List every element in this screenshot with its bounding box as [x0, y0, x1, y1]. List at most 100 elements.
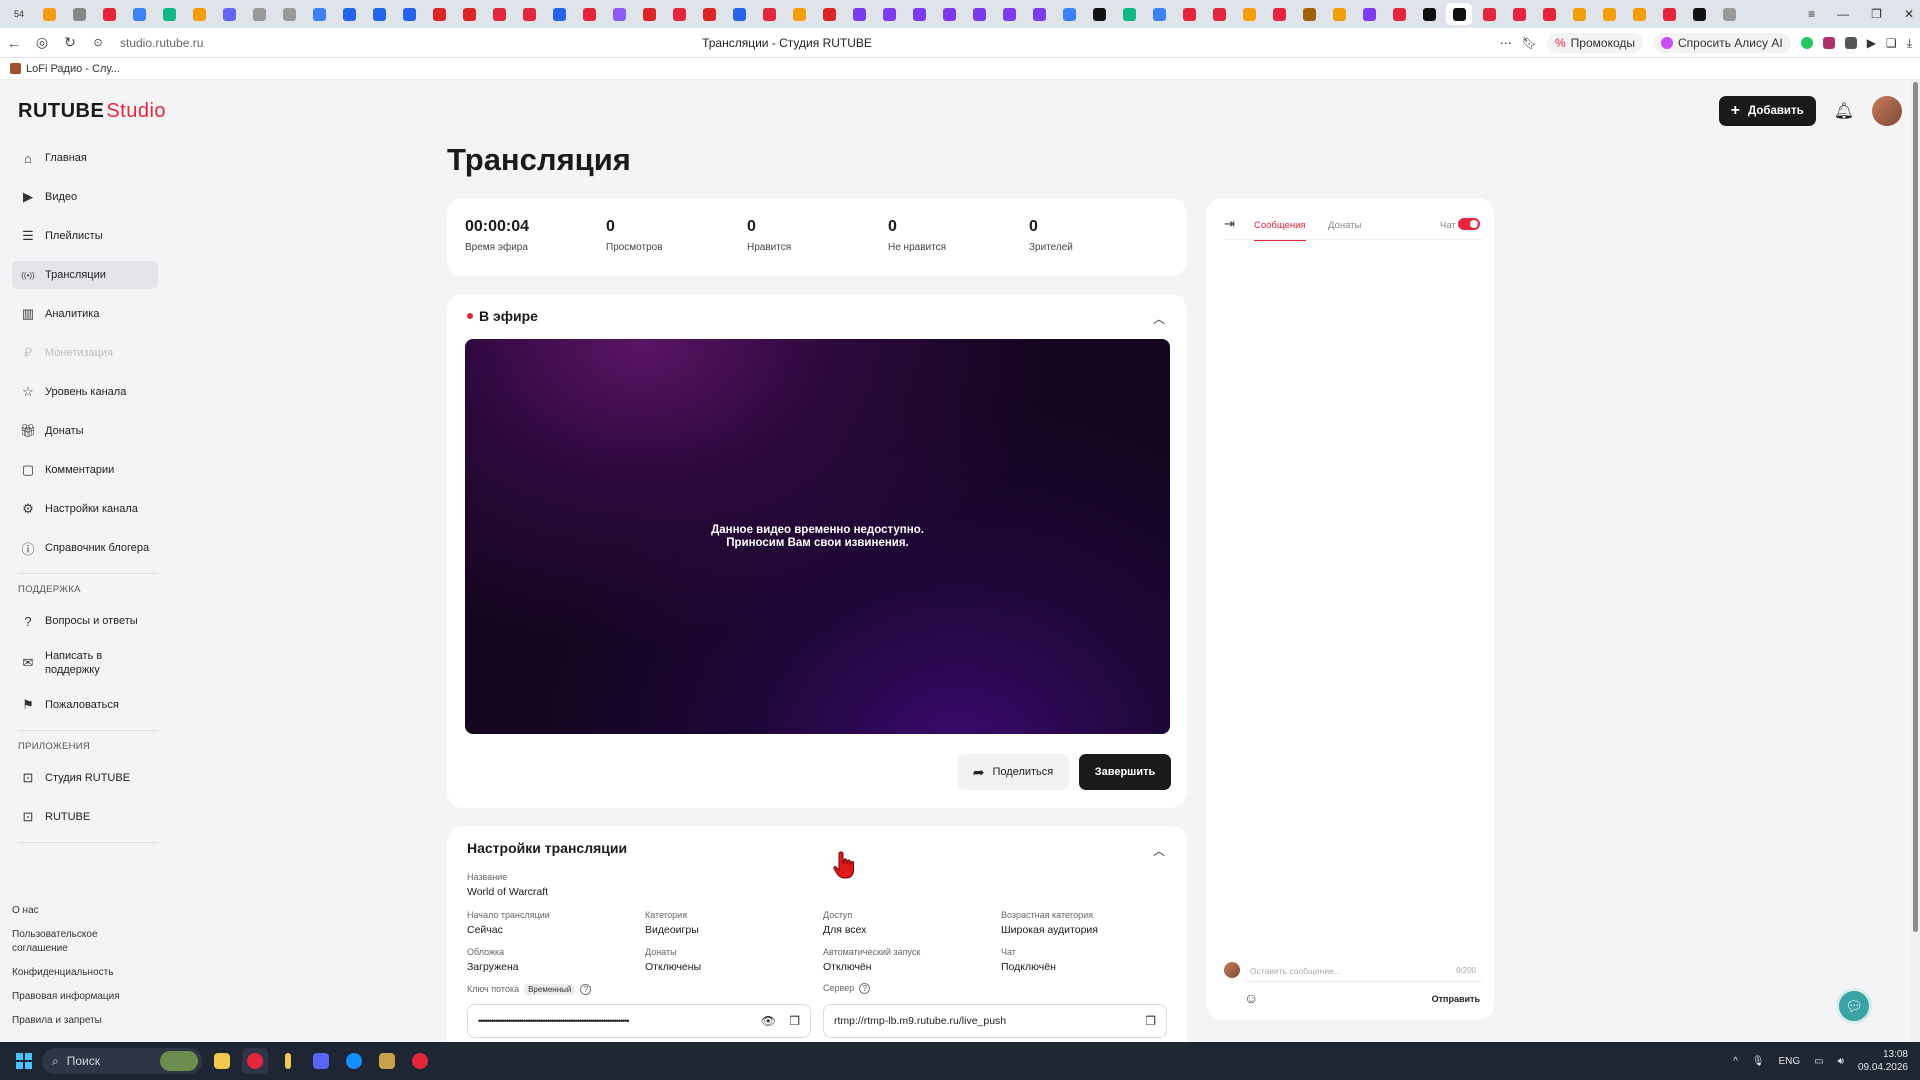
- browser-tab[interactable]: [996, 3, 1022, 25]
- browser-tab[interactable]: [726, 3, 752, 25]
- browser-tab[interactable]: [666, 3, 692, 25]
- chat-message-input[interactable]: Оставить сообщение... 0/200: [1246, 960, 1482, 982]
- browser-tab[interactable]: [1716, 3, 1742, 25]
- browser-tab[interactable]: [66, 3, 92, 25]
- chevron-up-icon[interactable]: ^: [1733, 1056, 1738, 1067]
- support-item[interactable]: ⚑ Пожаловаться: [12, 691, 158, 719]
- share-button[interactable]: ➦ Поделиться: [957, 754, 1069, 790]
- browser-app-icon[interactable]: [242, 1048, 268, 1074]
- tab-counter[interactable]: 54: [6, 3, 32, 25]
- footer-link[interactable]: Пользовательское соглашение: [12, 928, 132, 956]
- taskbar-search[interactable]: ⌕ Поиск: [42, 1048, 202, 1074]
- sidebar-item[interactable]: ⓘ Справочник блогера: [12, 534, 158, 562]
- browser-tab[interactable]: [756, 3, 782, 25]
- stream-key-input[interactable]: ••••••••••••••••••••••••••••••••••••••••…: [467, 1004, 811, 1038]
- browser-tab[interactable]: [1596, 3, 1622, 25]
- browser-tab[interactable]: [876, 3, 902, 25]
- sidebar-item[interactable]: ▥ Аналитика: [12, 300, 158, 328]
- browser-tab[interactable]: [36, 3, 62, 25]
- eye-icon[interactable]: 👁︎: [761, 1014, 776, 1028]
- sidebar-item[interactable]: ⌂ Главная: [12, 144, 158, 172]
- network-icon[interactable]: ▭: [1814, 1056, 1823, 1067]
- browser-tab[interactable]: [306, 3, 332, 25]
- more-icon[interactable]: ⋯: [1500, 36, 1512, 50]
- emoji-icon[interactable]: ☺: [1244, 990, 1258, 1006]
- browser-tab[interactable]: [1476, 3, 1502, 25]
- sidebar-item[interactable]: 🎁︎ Донаты: [12, 417, 158, 445]
- browser-tab[interactable]: [966, 3, 992, 25]
- bookmark-item[interactable]: LoFi Радио - Слу...: [26, 63, 120, 75]
- copy-icon[interactable]: ❐: [789, 1014, 800, 1028]
- battlenet-icon[interactable]: [341, 1048, 367, 1074]
- browser-tab[interactable]: [1086, 3, 1112, 25]
- browser-tab[interactable]: [276, 3, 302, 25]
- browser-tab[interactable]: [606, 3, 632, 25]
- browser-tab[interactable]: [1296, 3, 1322, 25]
- promo-button[interactable]: % Промокоды: [1547, 33, 1643, 53]
- windows-start-icon[interactable]: [16, 1053, 32, 1069]
- help-icon[interactable]: ?: [580, 984, 592, 995]
- alice-button[interactable]: Спросить Алису AI: [1653, 33, 1791, 53]
- collapse-panel-icon[interactable]: ⇥: [1224, 216, 1235, 232]
- scrollbar-thumb[interactable]: [1913, 82, 1918, 932]
- sidebar-item[interactable]: ((•)) Трансляции: [12, 261, 158, 289]
- browser-tab[interactable]: [1206, 3, 1232, 25]
- copy-icon[interactable]: ❐: [1145, 1014, 1156, 1028]
- chevron-up-icon[interactable]: ︿: [1153, 842, 1165, 859]
- wow-icon[interactable]: [374, 1048, 400, 1074]
- browser-tab[interactable]: [1506, 3, 1532, 25]
- sidebar-item[interactable]: ▶ Видео: [12, 183, 158, 211]
- browser-tab[interactable]: [1566, 3, 1592, 25]
- chevron-up-icon[interactable]: ︿: [1153, 310, 1165, 327]
- clock[interactable]: 13:08 09.04.2026: [1858, 1048, 1908, 1074]
- browser-tab[interactable]: [1116, 3, 1142, 25]
- footer-link[interactable]: О нас: [12, 904, 132, 918]
- browser-tab[interactable]: [1626, 3, 1652, 25]
- sidebar-item[interactable]: ☰ Плейлисты: [12, 222, 158, 250]
- browser-tab[interactable]: [426, 3, 452, 25]
- app-link[interactable]: ⊡ Студия RUTUBE: [12, 764, 158, 792]
- browser-tab[interactable]: [396, 3, 422, 25]
- browser-tab[interactable]: [636, 3, 662, 25]
- bell-icon[interactable]: 🔔︎: [1834, 101, 1854, 121]
- restore-icon[interactable]: ❐: [1871, 7, 1882, 21]
- add-button[interactable]: + Добавить: [1718, 96, 1816, 126]
- browser-tab[interactable]: [366, 3, 392, 25]
- browser-tab[interactable]: [1056, 3, 1082, 25]
- video-player[interactable]: Данное видео временно недоступно. Принос…: [465, 339, 1170, 734]
- footer-link[interactable]: Конфиденциальность: [12, 966, 132, 980]
- tab-donates[interactable]: Донаты: [1328, 220, 1361, 231]
- support-item[interactable]: ? Вопросы и ответы: [12, 607, 158, 635]
- support-item[interactable]: ✉ Написать в поддержку: [12, 646, 158, 680]
- shield-extension-icon[interactable]: [1800, 37, 1813, 49]
- menu-icon[interactable]: ≡: [1808, 7, 1815, 21]
- app-link[interactable]: ⊡ RUTUBE: [12, 803, 158, 831]
- browser-tab[interactable]: [516, 3, 542, 25]
- minimize-icon[interactable]: —: [1837, 7, 1849, 21]
- support-chat-button[interactable]: 💬︎: [1836, 988, 1872, 1024]
- microphone-icon[interactable]: 🎙︎: [1752, 1056, 1765, 1067]
- browser-tab[interactable]: [786, 3, 812, 25]
- sidebar-item[interactable]: ▢ Комментарии: [12, 456, 158, 484]
- browser-tab[interactable]: [576, 3, 602, 25]
- browser-tab[interactable]: [216, 3, 242, 25]
- rutube-studio-logo[interactable]: RUTUBE Studio: [18, 100, 166, 123]
- browser-tab[interactable]: [1416, 3, 1442, 25]
- browser-tab[interactable]: [1386, 3, 1412, 25]
- bookmark-icon[interactable]: 🔖︎: [1522, 36, 1537, 50]
- app-icon[interactable]: [275, 1048, 301, 1074]
- avatar[interactable]: [1872, 96, 1902, 126]
- sidebar-item[interactable]: ⚙ Настройки канала: [12, 495, 158, 523]
- chat-toggle[interactable]: [1458, 218, 1480, 230]
- browser-tab[interactable]: [336, 3, 362, 25]
- browser-tab[interactable]: [696, 3, 722, 25]
- browser-tab[interactable]: [1026, 3, 1052, 25]
- extension-icon[interactable]: [1822, 37, 1835, 49]
- browser-tab[interactable]: [1446, 3, 1472, 25]
- browser-tab[interactable]: [156, 3, 182, 25]
- collections-icon[interactable]: ❏: [1886, 36, 1897, 50]
- sidebar-item[interactable]: ☆ Уровень канала: [12, 378, 158, 406]
- close-icon[interactable]: ✕: [1904, 7, 1914, 21]
- browser-tab[interactable]: [96, 3, 122, 25]
- browser-tab[interactable]: [1356, 3, 1382, 25]
